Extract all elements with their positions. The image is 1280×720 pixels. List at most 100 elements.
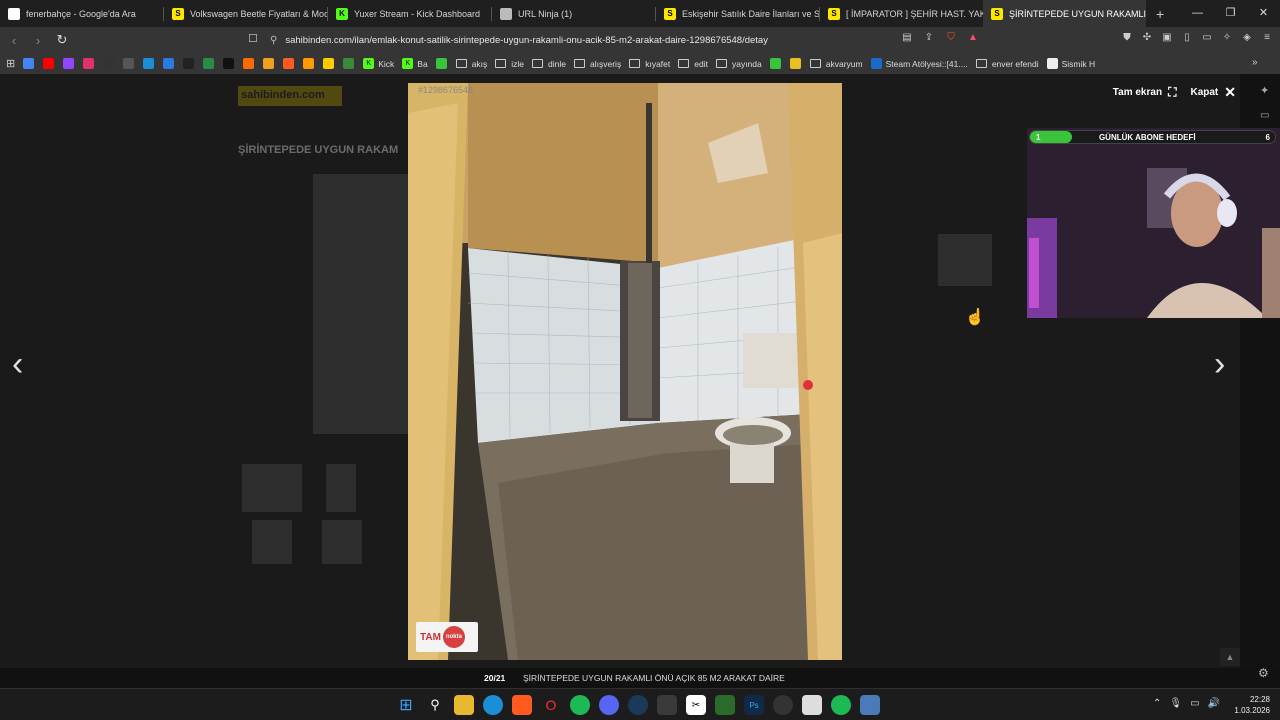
- bookmarks-overflow-icon[interactable]: »: [1252, 57, 1258, 68]
- bookmark-item[interactable]: K Ba: [402, 58, 428, 69]
- bookmark-item[interactable]: edit: [678, 59, 708, 69]
- next-photo-button[interactable]: ›: [1214, 345, 1225, 384]
- reload-icon[interactable]: ↻: [52, 32, 72, 48]
- bookmark-item[interactable]: [243, 58, 258, 69]
- close-window-icon[interactable]: ✕: [1247, 0, 1280, 27]
- prev-photo-button[interactable]: ‹: [12, 345, 23, 384]
- share-icon[interactable]: ⇪: [922, 31, 936, 45]
- bookmark-item[interactable]: akış: [455, 59, 487, 69]
- leo-icon[interactable]: ✧: [1220, 31, 1234, 45]
- tab[interactable]: S Eskişehir Satılık Daire İlanları ve Sat…: [656, 0, 819, 27]
- photoshop-icon[interactable]: Ps: [744, 695, 764, 715]
- back-icon[interactable]: ‹: [4, 33, 24, 48]
- tray-overflow-icon[interactable]: ⌃: [1153, 698, 1161, 709]
- bookmark-item[interactable]: [323, 58, 338, 69]
- steam-icon[interactable]: [628, 695, 648, 715]
- clock[interactable]: 22:28 1.03.2026: [1234, 694, 1270, 716]
- search-icon[interactable]: ⚲: [425, 695, 445, 715]
- bookmark-icon[interactable]: ☐: [248, 32, 258, 45]
- opera-icon[interactable]: O: [541, 695, 561, 715]
- bookmark-item[interactable]: akvaryum: [809, 59, 863, 69]
- spotify-icon[interactable]: [570, 695, 590, 715]
- bookmark-item[interactable]: yayında: [715, 59, 762, 69]
- bookmark-item[interactable]: [23, 58, 38, 69]
- shield-icon[interactable]: ◈: [1240, 31, 1254, 45]
- minimize-icon[interactable]: —: [1181, 0, 1214, 27]
- fullscreen-button[interactable]: Tam ekran ⛶: [1113, 85, 1177, 100]
- bookmark-item[interactable]: K Kick: [363, 58, 394, 69]
- tab[interactable]: URL Ninja (1): [492, 0, 655, 27]
- tab[interactable]: S Volkswagen Beetle Fiyatları & Mode: [164, 0, 327, 27]
- bookmark-item[interactable]: [303, 58, 318, 69]
- rewards-icon[interactable]: ▲: [966, 31, 980, 45]
- site-info-icon[interactable]: ⚲: [270, 35, 277, 46]
- tab[interactable]: K Yuxer Stream - Kick Dashboard: [328, 0, 491, 27]
- bookmark-item[interactable]: [283, 58, 298, 69]
- bookmark-item[interactable]: [43, 58, 58, 69]
- tab[interactable]: fenerbahçe - Google'da Ara: [0, 0, 163, 27]
- display-icon[interactable]: ▭: [1190, 698, 1199, 709]
- bookmark-item[interactable]: [343, 58, 358, 69]
- restore-icon[interactable]: ❐: [1214, 0, 1247, 27]
- tool-icon[interactable]: [860, 695, 880, 715]
- file-explorer-icon[interactable]: [454, 695, 474, 715]
- new-tab-icon[interactable]: +: [1146, 6, 1174, 22]
- gallery-controls: Tam ekran ⛶ Kapat ✕: [1113, 84, 1236, 101]
- sidebar-pin-icon[interactable]: ✦: [1260, 84, 1269, 97]
- url-field[interactable]: ⚲ sahibinden.com/ilan/emlak-konut-satili…: [270, 30, 900, 50]
- scroll-top-button[interactable]: ▲: [1220, 648, 1240, 666]
- bookmark-item[interactable]: [435, 58, 451, 69]
- volume-icon[interactable]: 🔊: [1208, 698, 1220, 709]
- bookmark-item[interactable]: [163, 58, 178, 69]
- screenshot-icon[interactable]: ▣: [1160, 31, 1174, 45]
- start-icon[interactable]: ⊞: [396, 695, 416, 715]
- app-icon[interactable]: [715, 695, 735, 715]
- bookmark-item[interactable]: [789, 58, 805, 69]
- bookmark-item[interactable]: Steam Atölyesi::[41....: [870, 58, 968, 69]
- bookmark-item[interactable]: dinle: [532, 59, 566, 69]
- sidebar-icon[interactable]: ▯: [1180, 31, 1194, 45]
- bookmark-item[interactable]: [263, 58, 278, 69]
- tab[interactable]: S [ İMPARATOR ] ŞEHİR HAST. YAKINI (: [820, 0, 983, 27]
- brave-shield-icon[interactable]: ⛉: [944, 31, 958, 45]
- bookmark-item[interactable]: alışveriş: [574, 59, 621, 69]
- bookmark-item[interactable]: [103, 58, 118, 69]
- apps-icon[interactable]: ⊞: [6, 57, 15, 70]
- wallet-icon[interactable]: ▭: [1200, 31, 1214, 45]
- bookmark-item[interactable]: [83, 58, 98, 69]
- bookmark-item[interactable]: Sismik H: [1046, 58, 1095, 69]
- bookmark-item[interactable]: [143, 58, 158, 69]
- edge-icon[interactable]: [483, 695, 503, 715]
- bookmark-item[interactable]: [769, 58, 785, 69]
- spotify-icon-2[interactable]: [831, 695, 851, 715]
- bookmark-item[interactable]: [183, 58, 198, 69]
- bookmark-item[interactable]: izle: [495, 59, 524, 69]
- folder-icon: [678, 59, 690, 68]
- capcut-icon[interactable]: ✂: [686, 695, 706, 715]
- bookmark-item[interactable]: enver efendi: [975, 59, 1039, 69]
- media-icon[interactable]: [802, 695, 822, 715]
- menu-icon[interactable]: ≡: [1260, 31, 1274, 45]
- calculator-icon[interactable]: [657, 695, 677, 715]
- bookmark-item[interactable]: [63, 58, 78, 69]
- bookmark-item[interactable]: [223, 58, 238, 69]
- sidebar-panel-icon[interactable]: ▭: [1260, 110, 1269, 121]
- brave-icon[interactable]: [512, 695, 532, 715]
- forward-icon[interactable]: ›: [28, 33, 48, 48]
- vpn-icon[interactable]: ⛊: [1120, 31, 1134, 45]
- toolbar-icons: ⛊ ✣ ▣ ▯ ▭ ✧ ◈ ≡: [1120, 31, 1274, 45]
- reader-icon[interactable]: ▤: [900, 31, 914, 45]
- address-bar: ‹ › ↻ ☐ ⚲ sahibinden.com/ilan/emlak-konu…: [0, 27, 1280, 53]
- bookmark-item[interactable]: kıyafet: [629, 59, 670, 69]
- bookmark-item[interactable]: [123, 58, 138, 69]
- folder-icon: [574, 59, 586, 68]
- bookmark-item[interactable]: [203, 58, 218, 69]
- discord-icon[interactable]: [599, 695, 619, 715]
- obs-icon[interactable]: [773, 695, 793, 715]
- tab[interactable]: SŞİRİNTEPEDE UYGUN RAKAMLI✕: [983, 0, 1146, 27]
- close-gallery-button[interactable]: Kapat ✕: [1190, 84, 1236, 101]
- extensions-icon[interactable]: ✣: [1140, 31, 1154, 45]
- bird-icon: [343, 58, 355, 69]
- mic-icon[interactable]: 🎙: [1169, 698, 1182, 709]
- settings-icon[interactable]: ⚙: [1258, 666, 1269, 680]
